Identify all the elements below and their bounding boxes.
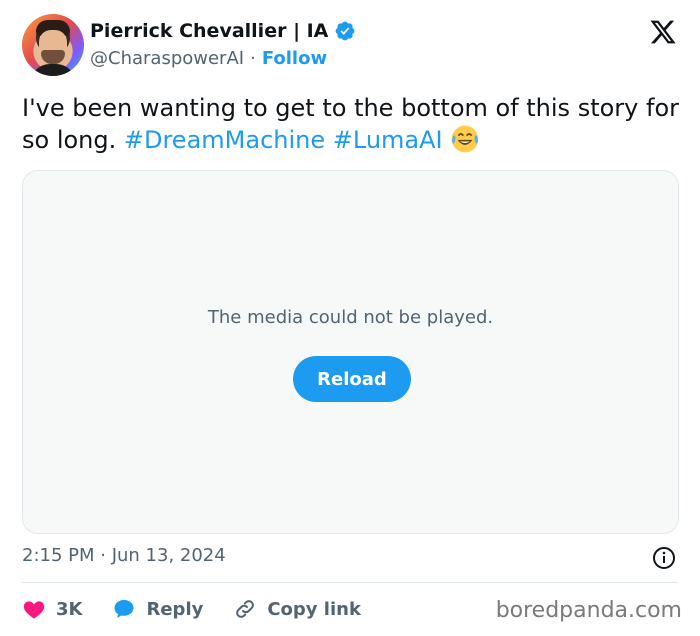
tweet-text: I've been wanting to get to the bottom o… (22, 92, 682, 156)
action-bar: 3K Reply Copy link (22, 596, 391, 622)
avatar[interactable] (22, 14, 84, 76)
watermark: boredpanda.com (495, 598, 682, 623)
author-handle[interactable]: @CharaspowerAI (90, 48, 244, 69)
author-display-name[interactable]: Pierrick Chevallier | IA (90, 20, 328, 42)
tweet-timestamp[interactable]: 2:15 PM · Jun 13, 2024 (22, 545, 226, 566)
heart-icon (23, 601, 45, 619)
copy-link-label: Copy link (267, 598, 361, 620)
reply-icon (114, 600, 134, 618)
separator-dot: · (250, 48, 256, 69)
info-icon[interactable] (652, 546, 676, 570)
copy-link-button[interactable]: Copy link (233, 597, 361, 621)
x-logo-icon[interactable] (648, 18, 678, 46)
like-button[interactable]: 3K (22, 597, 82, 621)
hashtag-lumaai[interactable]: #LumaAI (333, 126, 443, 154)
reload-button[interactable]: Reload (293, 356, 411, 402)
follow-button[interactable]: Follow (262, 48, 327, 69)
like-count: 3K (56, 598, 83, 620)
hashtag-dreammachine[interactable]: #DreamMachine (124, 126, 325, 154)
reply-label: Reply (146, 598, 204, 620)
face-with-tears-of-joy-icon (451, 125, 479, 153)
media-container: The media could not be played. Reload (22, 170, 679, 534)
author-handle-row: @CharaspowerAI · Follow (90, 48, 327, 69)
verified-badge-icon (335, 21, 355, 41)
divider (22, 582, 678, 583)
link-icon (236, 600, 255, 618)
reply-button[interactable]: Reply (112, 597, 203, 621)
media-error-message: The media could not be played. (207, 307, 494, 328)
author-name-row: Pierrick Chevallier | IA (90, 20, 356, 42)
